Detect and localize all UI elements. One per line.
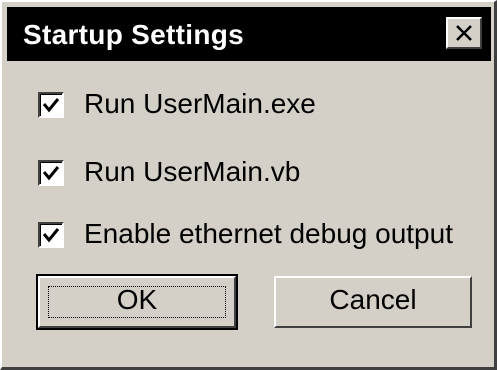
checkmark-icon [42, 98, 60, 113]
checkmark-icon [42, 228, 60, 243]
dialog-title: Startup Settings [23, 19, 245, 50]
ok-button[interactable]: OK [36, 274, 238, 330]
option-label: Run UserMain.exe [84, 88, 316, 119]
close-button[interactable] [446, 17, 482, 49]
ok-button-label: OK [116, 284, 158, 315]
option-label: Enable ethernet debug output [84, 218, 453, 249]
cancel-button[interactable]: Cancel [274, 276, 472, 328]
checkbox-run-usermain-vb[interactable] [38, 160, 64, 186]
title-bar[interactable]: Startup Settings [7, 7, 491, 61]
startup-settings-dialog: Startup Settings Run UserMain.exe Run Us… [0, 0, 497, 370]
checkmark-icon [42, 166, 60, 181]
close-icon [456, 25, 472, 41]
option-label: Run UserMain.vb [84, 156, 301, 187]
cancel-button-label: Cancel [329, 284, 417, 315]
checkbox-run-usermain-exe[interactable] [38, 92, 64, 118]
checkbox-enable-ethernet-debug[interactable] [38, 222, 64, 248]
